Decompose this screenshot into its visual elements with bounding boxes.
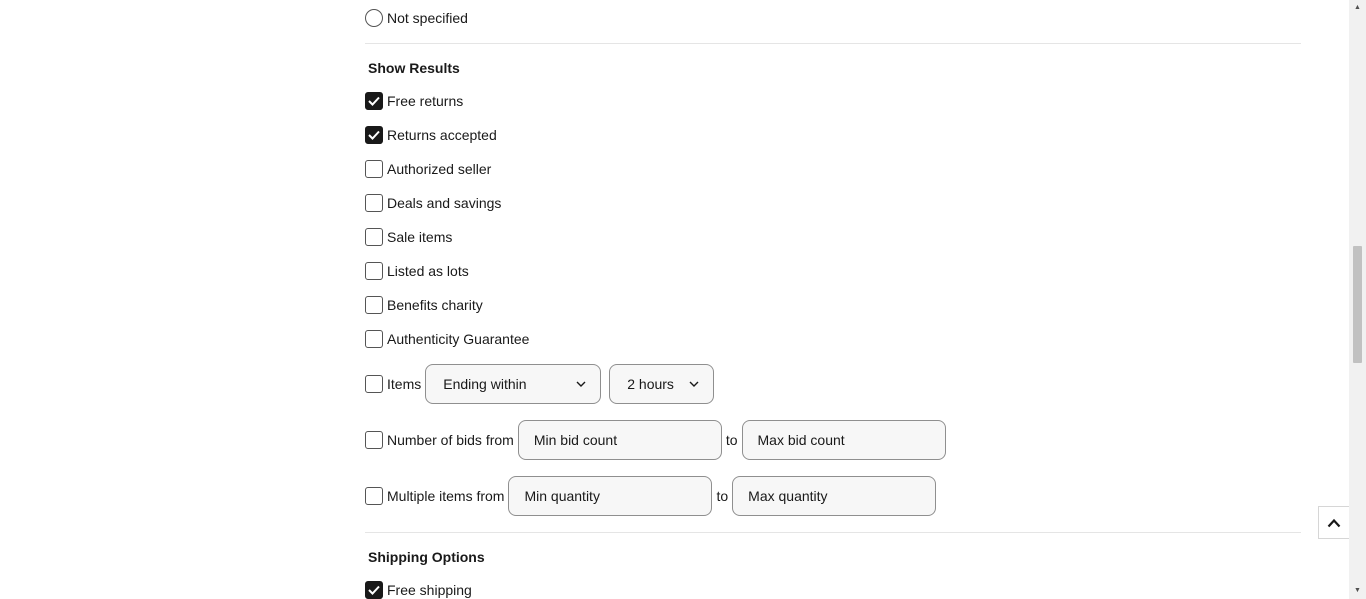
deals-and-savings-checkbox[interactable]	[365, 194, 383, 212]
multiple-items-checkbox[interactable]	[365, 487, 383, 505]
condition-not-specified[interactable]: Not specified	[365, 9, 468, 27]
listed-as-lots-label: Listed as lots	[387, 263, 469, 279]
free-shipping-label: Free shipping	[387, 582, 472, 598]
section-divider	[365, 43, 1301, 44]
option-multiple-items: Multiple items from to	[365, 476, 937, 516]
ending-within-select[interactable]: Ending within	[425, 364, 602, 404]
chevron-down-icon	[689, 381, 699, 387]
option-deals-and-savings[interactable]: Deals and savings	[365, 194, 501, 212]
authorized-seller-checkbox[interactable]	[365, 160, 383, 178]
max-quantity-input[interactable]	[732, 476, 937, 516]
deals-and-savings-label: Deals and savings	[387, 195, 502, 211]
hours-value: 2 hours	[627, 376, 674, 392]
items-ending-checkbox[interactable]	[365, 375, 383, 393]
hours-select[interactable]: 2 hours	[609, 364, 715, 404]
listed-as-lots-checkbox[interactable]	[365, 262, 383, 280]
section-divider	[365, 532, 1301, 533]
chevron-up-icon	[1327, 518, 1341, 527]
back-to-top-button[interactable]	[1318, 506, 1350, 539]
checkmark-icon	[368, 96, 380, 106]
option-free-returns[interactable]: Free returns	[365, 92, 463, 110]
number-of-bids-checkbox[interactable]	[365, 431, 383, 449]
scroll-up-arrow-icon[interactable]: ▲	[1354, 4, 1361, 12]
items-label: Items	[387, 376, 422, 392]
returns-accepted-label: Returns accepted	[387, 127, 497, 143]
ending-within-value: Ending within	[443, 376, 527, 392]
option-authorized-seller[interactable]: Authorized seller	[365, 160, 491, 178]
option-authenticity-guarantee[interactable]: Authenticity Guarantee	[365, 330, 529, 348]
benefits-charity-checkbox[interactable]	[365, 296, 383, 314]
authenticity-guarantee-checkbox[interactable]	[365, 330, 383, 348]
authenticity-guarantee-label: Authenticity Guarantee	[387, 331, 530, 347]
quantity-to-label: to	[716, 488, 729, 504]
scroll-down-arrow-icon[interactable]: ▼	[1354, 587, 1361, 595]
number-of-bids-label: Number of bids from	[387, 432, 514, 448]
page-scrollbar[interactable]: ▲ ▼	[1349, 0, 1366, 599]
option-listed-as-lots[interactable]: Listed as lots	[365, 262, 469, 280]
min-bid-count-input[interactable]	[517, 420, 722, 460]
max-bid-count-input[interactable]	[741, 420, 946, 460]
min-quantity-input[interactable]	[508, 476, 713, 516]
not-specified-label: Not specified	[387, 10, 468, 26]
free-returns-checkbox[interactable]	[365, 92, 383, 110]
shipping-options-title: Shipping Options	[368, 549, 485, 565]
not-specified-radio[interactable]	[365, 9, 383, 27]
multiple-items-label: Multiple items from	[387, 488, 505, 504]
scrollbar-thumb[interactable]	[1353, 246, 1362, 363]
bids-to-label: to	[725, 432, 738, 448]
checkmark-icon	[368, 585, 380, 595]
free-shipping-checkbox[interactable]	[365, 581, 383, 599]
checkmark-icon	[368, 130, 380, 140]
option-free-shipping[interactable]: Free shipping	[365, 581, 472, 599]
sale-items-checkbox[interactable]	[365, 228, 383, 246]
option-items-ending: Items Ending within 2 hours	[365, 364, 715, 404]
option-number-of-bids: Number of bids from to	[365, 420, 946, 460]
returns-accepted-checkbox[interactable]	[365, 126, 383, 144]
benefits-charity-label: Benefits charity	[387, 297, 483, 313]
option-returns-accepted[interactable]: Returns accepted	[365, 126, 497, 144]
free-returns-label: Free returns	[387, 93, 464, 109]
chevron-down-icon	[576, 381, 586, 387]
option-sale-items[interactable]: Sale items	[365, 228, 452, 246]
show-results-title: Show Results	[368, 60, 460, 76]
sale-items-label: Sale items	[387, 229, 453, 245]
authorized-seller-label: Authorized seller	[387, 161, 492, 177]
option-benefits-charity[interactable]: Benefits charity	[365, 296, 483, 314]
